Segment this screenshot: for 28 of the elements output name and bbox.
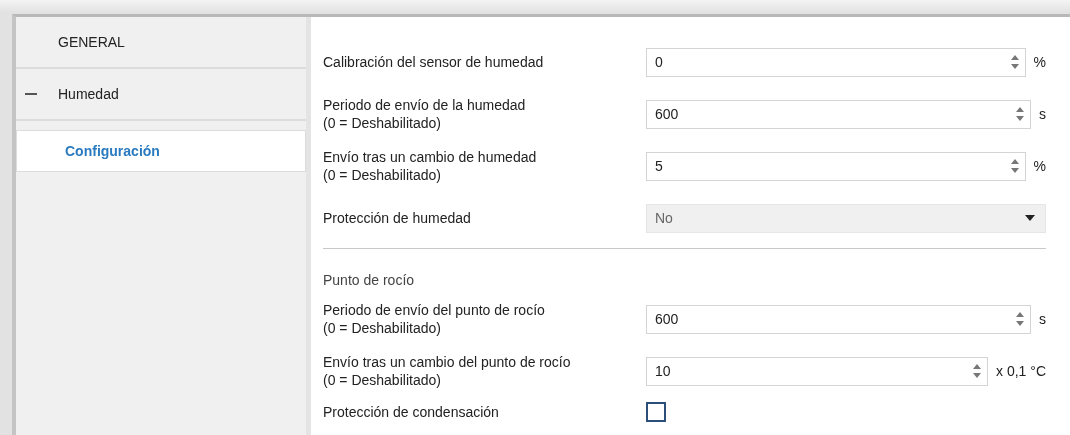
sidebar-item[interactable]: Configuración [16,130,306,172]
spin-arrows-icon[interactable] [973,363,982,379]
spin-arrows-icon[interactable] [1010,54,1019,70]
field-label: Envío tras un cambio del punto de rocío (0 = Deshabilitado) [323,353,572,389]
number-spinbox[interactable]: 600 [646,304,1031,334]
unit-label: % [1033,54,1046,70]
field-label: Periodo de envío de la humedad (0 = Deshabilitado) [323,96,527,132]
spin-arrows-icon[interactable] [1016,106,1024,122]
spin-arrows-icon[interactable] [1016,311,1024,327]
sidebar-item[interactable]: Humedad [16,69,306,121]
number-spinbox[interactable]: 5 [646,151,1026,181]
number-spinbox[interactable]: 10 [646,356,989,386]
caret-icon [1025,215,1035,221]
number-spinbox[interactable]: 600 [646,99,1031,129]
field-label: Periodo de envío del punto de rocío (0 = Deshabilitado) [323,301,546,337]
unit-label: % [1033,158,1046,174]
field-label: Calibración del sensor de humedad [323,53,545,71]
unit-label: x 0,1 °C [996,363,1046,379]
section-title: Punto de rocío [323,271,416,290]
field-label: Protección de humedad [323,209,472,227]
field-label: Protección de condensación [323,403,500,421]
number-spinbox[interactable]: 0 [646,47,1026,77]
field-label: Envío tras un cambio de humedad (0 = Deshabilitado) [323,148,538,184]
unit-label: s [1039,106,1046,122]
sidebar-item[interactable]: GENERAL [16,17,306,69]
spin-arrows-icon[interactable] [1010,158,1019,174]
checkbox[interactable] [646,402,666,422]
unit-label: s [1039,311,1046,327]
